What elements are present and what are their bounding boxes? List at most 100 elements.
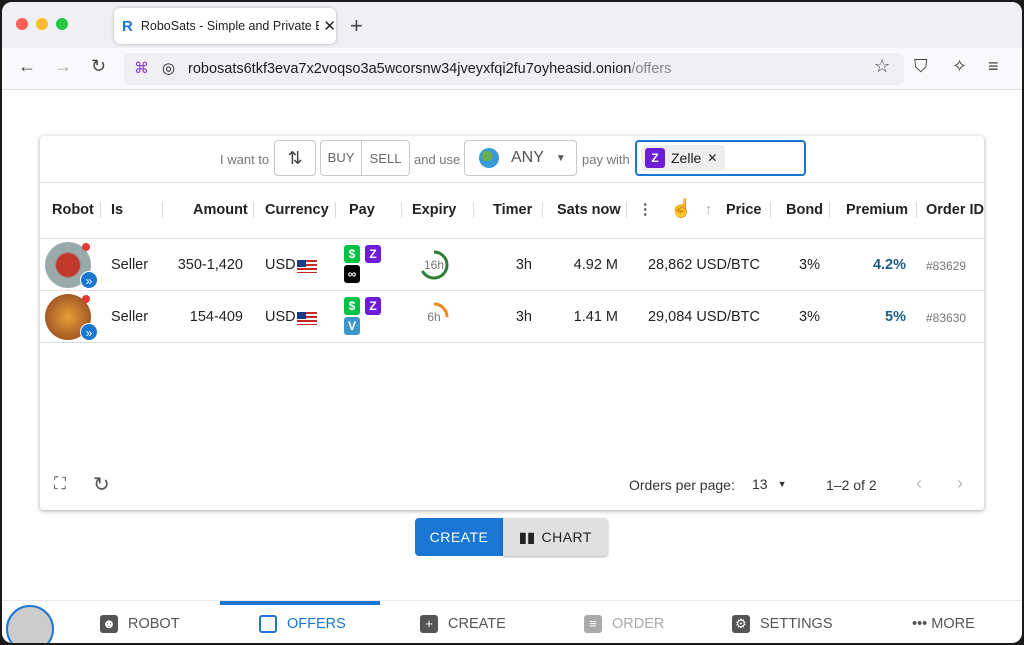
url-path: /offers [631,61,672,77]
nav-label: OFFERS [287,615,346,632]
column-header-sats-now[interactable]: Sats now [557,202,621,218]
nav-more[interactable]: ••• MORE [912,602,975,643]
add-box-icon: + [420,614,438,633]
column-header-price[interactable]: Price [726,202,761,218]
nav-create[interactable]: + CREATE [420,602,506,643]
zelle-icon: Z [645,148,665,168]
column-header-is[interactable]: Is [111,202,123,218]
bookmark-star-icon[interactable]: ☆ [874,56,890,77]
zelle-icon: Z [365,297,381,315]
browser-tab[interactable]: R RoboSats - Simple and Private B ✕ [114,8,336,44]
robot-avatar[interactable] [6,605,54,643]
table-row[interactable]: » Seller 154-409 USD $ Z V 6h 3h 1.41 M 29… [40,290,984,342]
swap-direction-button[interactable]: ⇅ [274,140,316,176]
create-order-button[interactable]: CREATE [415,518,503,556]
timer-cell: 3h [515,309,532,325]
chart-button[interactable]: ▮▮ CHART [503,518,608,556]
column-header-expiry[interactable]: Expiry [412,202,456,218]
fullscreen-icon[interactable]: ⛶ [54,474,66,494]
status-dot [82,243,90,251]
close-window-button[interactable] [16,18,28,30]
and-use-label: and use [414,152,461,167]
forward-icon[interactable]: → [54,56,72,77]
cash-app-icon: $ [344,245,360,263]
minimize-window-button[interactable] [36,18,48,30]
table-row[interactable]: » Seller 350-1,420 USD $ Z ∞ 16h 3h 4.92 M… [40,238,984,290]
sats-now-cell: 4.92 M [573,257,618,273]
more-dots-icon: ••• [912,615,928,632]
close-tab-icon[interactable]: ✕ [323,17,336,35]
side-cell: Seller [111,257,149,273]
address-bar[interactable]: ⌘ ◎ robosats6tkf3eva7x2voqso3a5wcorsnw34… [124,53,904,85]
payment-method-input[interactable]: Z Zelle ✕ [635,140,806,176]
pagination-range: 1–2 of 2 [826,477,877,493]
column-header-timer[interactable]: Timer [493,202,532,218]
currency-select[interactable]: ANY ▼ [464,140,577,176]
price-cell: 28,862 USD/BTC [647,257,760,273]
column-menu-icon[interactable]: ⋮ [638,202,653,218]
fast-forward-icon: » [80,271,98,289]
clipboard-icon: ≡ [584,614,602,633]
maximize-window-button[interactable] [56,18,68,30]
onion-circuit-icon[interactable]: ⌘ [134,59,149,77]
column-header-bond[interactable]: Bond [786,202,823,218]
column-header-premium[interactable]: Premium [846,202,908,218]
currency-cell: USD [265,309,296,325]
magic-wand-icon[interactable]: ✧ [952,56,967,77]
remove-chip-icon[interactable]: ✕ [707,151,717,165]
refresh-icon[interactable]: ↻ [93,472,110,497]
orders-per-page-select[interactable]: 13 ▼ [752,476,787,493]
dropdown-arrow-icon: ▼ [777,479,787,489]
nav-label: ROBOT [128,615,180,632]
column-header-amount[interactable]: Amount [193,202,248,218]
currency-value: ANY [511,149,544,166]
new-tab-icon[interactable]: + [350,13,363,39]
order-id-cell[interactable]: #83630 [926,311,966,325]
amount-cell: 154-409 [189,309,243,325]
tab-title: RoboSats - Simple and Private B [140,19,320,33]
i-want-to-label: I want to [220,152,270,167]
buy-toggle[interactable]: BUY [321,141,363,175]
nav-order[interactable]: ≡ ORDER [584,602,664,643]
reload-icon[interactable]: ↻ [91,56,106,77]
offers-table-card: I want to ⇅ BUY SELL and use ANY ▼ pay w… [40,136,984,510]
dropdown-arrow-icon: ▼ [555,152,566,164]
timer-cell: 3h [515,257,532,273]
next-page-button[interactable]: › [957,473,963,494]
premium-cell: 4.2% [872,257,906,273]
globe-icon [479,148,499,168]
lock-icon[interactable]: ◎ [162,59,175,77]
status-dot [82,295,90,303]
order-id-cell[interactable]: #83629 [926,259,966,273]
robot-icon: ☻ [100,614,118,633]
menu-icon[interactable]: ≡ [988,56,999,77]
bond-cell: 3% [799,257,820,273]
zelle-icon: Z [365,245,381,263]
column-header-currency[interactable]: Currency [265,202,329,218]
shield-icon[interactable]: ⛉ [914,56,928,77]
price-cell: 29,084 USD/BTC [647,309,760,325]
column-header-order-id[interactable]: Order ID [926,202,984,218]
nav-offers[interactable]: OFFERS [259,602,346,643]
column-header-robot[interactable]: Robot [52,202,94,218]
us-flag-icon [297,260,317,273]
pay-with-label: pay with [582,152,630,167]
bar-chart-icon: ▮▮ [519,528,536,545]
robosats-favicon: R [122,17,133,35]
chart-label: CHART [541,529,592,545]
back-icon[interactable]: ← [18,56,36,77]
nav-label: ORDER [612,615,665,632]
amount-cell: 350-1,420 [177,257,243,273]
nav-robot[interactable]: ☻ ROBOT [100,602,180,643]
nav-label: MORE [931,615,975,632]
column-header-pay[interactable]: Pay [349,202,375,218]
expiry-cell: 6h [427,310,441,324]
sell-toggle[interactable]: SELL [362,151,409,166]
storefront-icon [259,614,277,633]
nav-settings[interactable]: ⚙ SETTINGS [732,602,833,643]
previous-page-button[interactable]: ‹ [916,473,922,494]
sort-ascending-icon[interactable]: ↑ [705,202,712,218]
gear-icon: ⚙ [732,614,750,633]
zelle-chip: Z Zelle ✕ [641,145,726,171]
us-flag-icon [297,312,317,325]
